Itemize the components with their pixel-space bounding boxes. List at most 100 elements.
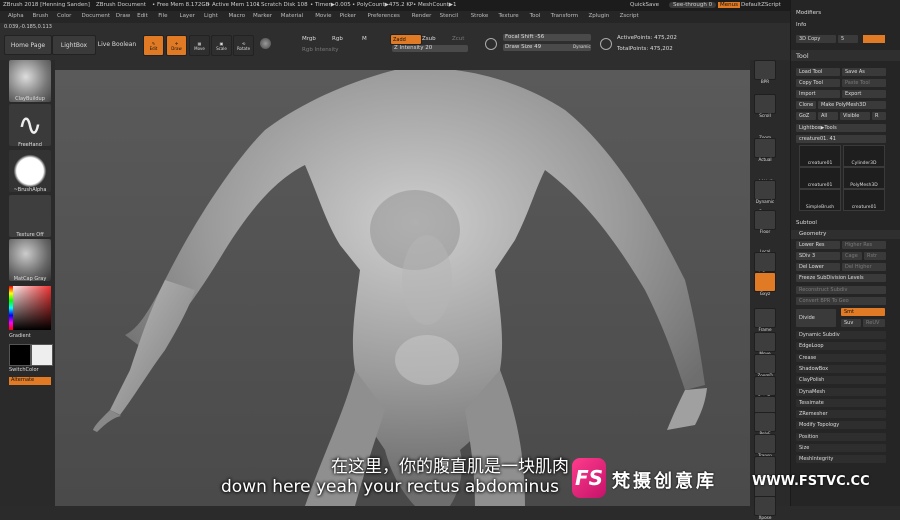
higher-res-button[interactable]: Higher Res xyxy=(842,241,886,249)
tool-thumbnail[interactable]: PolyMesh3D xyxy=(843,167,885,189)
reconstruct-subdiv-button[interactable]: Reconstruct Subdiv xyxy=(796,286,886,294)
tool-thumbnail[interactable]: Cylinder3D xyxy=(843,145,885,167)
menu-light[interactable]: Light xyxy=(204,13,218,19)
focal-shift-slider[interactable]: Focal Shift -56 xyxy=(503,34,591,41)
zadd-button[interactable]: Zadd xyxy=(390,34,422,45)
paste-tool-button[interactable]: Paste Tool xyxy=(842,79,886,87)
clone-button[interactable]: Clone xyxy=(796,101,816,109)
mrgb-button[interactable]: Mrgb xyxy=(302,36,316,42)
subtool-label[interactable]: Subtool xyxy=(796,220,817,226)
material-icon[interactable] xyxy=(9,239,51,281)
shelf-button-gxyz[interactable] xyxy=(754,272,776,292)
zcut-button[interactable]: Zcut xyxy=(452,36,464,42)
menu-material[interactable]: Material xyxy=(281,13,303,19)
geometry-item-modify-topology[interactable]: Modify Topology xyxy=(796,421,886,430)
draw-size-slider[interactable]: Draw Size 49 Dynamic xyxy=(503,44,591,51)
dynamic-toggle[interactable]: Dynamic xyxy=(573,44,591,49)
geometry-item-dynamesh[interactable]: DynaMesh xyxy=(796,387,886,396)
tool-thumbnail[interactable]: creature01 xyxy=(843,189,885,211)
alpha-icon[interactable] xyxy=(9,150,51,192)
stroke-icon[interactable]: ∿ xyxy=(9,104,51,146)
shelf-button-polyf[interactable] xyxy=(754,412,776,432)
copy-3d-button[interactable]: 3D Copy xyxy=(796,35,836,43)
r-button[interactable]: R xyxy=(872,112,886,120)
cage-button[interactable]: Cage xyxy=(842,252,862,260)
shelf-button-bpr[interactable] xyxy=(754,60,776,80)
menu-preferences[interactable]: Preferences xyxy=(368,13,400,19)
draw-button[interactable]: ✛ Draw xyxy=(166,35,187,56)
geometry-item-claypolish[interactable]: ClayPolish xyxy=(796,376,886,385)
shelf-button-move[interactable] xyxy=(754,332,776,352)
info-label[interactable]: Info xyxy=(796,22,806,28)
rgb-button[interactable]: Rgb xyxy=(332,36,343,42)
move-button[interactable]: ▦ Move xyxy=(189,35,210,56)
shelf-button-frame[interactable] xyxy=(754,308,776,328)
menu-document[interactable]: Document xyxy=(82,13,111,19)
sculpt-model[interactable] xyxy=(55,70,750,506)
lightbox-button[interactable]: LightBox xyxy=(52,35,96,55)
menu-draw[interactable]: Draw xyxy=(116,13,130,19)
suv-toggle[interactable]: Suv xyxy=(841,319,861,327)
menu-texture[interactable]: Texture xyxy=(499,13,519,19)
rstr-button[interactable]: Rstr xyxy=(864,252,886,260)
smt-toggle[interactable]: Smt xyxy=(841,308,885,316)
copy-count[interactable]: 5 xyxy=(838,35,858,43)
geometry-item-dynamic-subdiv[interactable]: Dynamic Subdiv xyxy=(796,331,886,339)
del-lower-button[interactable]: Del Lower xyxy=(796,263,840,271)
freeze-subdiv-button[interactable]: Freeze SubDivision Levels xyxy=(796,274,886,282)
lightbox-tools-button[interactable]: Lightbox▶Tools xyxy=(796,124,886,132)
secondary-color-swatch[interactable] xyxy=(31,344,53,366)
tool-name-slider[interactable]: creature01. 41 xyxy=(796,135,886,143)
export-button[interactable]: Export xyxy=(842,90,886,98)
menu-picker[interactable]: Picker xyxy=(340,13,356,19)
shelf-button-xpose[interactable] xyxy=(754,496,776,516)
geometry-item-crease[interactable]: Crease xyxy=(796,353,886,362)
save-as-button[interactable]: Save As xyxy=(842,68,886,76)
z-intensity-slider[interactable]: Z Intensity 20 xyxy=(392,45,468,52)
convert-bpr-button[interactable]: Convert BPR To Geo xyxy=(796,297,886,305)
shelf-button-actual[interactable] xyxy=(754,138,776,158)
goz-button[interactable]: GoZ xyxy=(796,112,816,120)
geometry-item-position[interactable]: Position xyxy=(796,432,886,441)
copy-color-swatch[interactable] xyxy=(863,35,885,43)
import-button[interactable]: Import xyxy=(796,90,840,98)
tool-thumbnail[interactable]: creature01 xyxy=(799,145,841,167)
shelf-button-rotate[interactable] xyxy=(754,376,776,396)
shelf-button-l-sym[interactable] xyxy=(754,252,776,272)
rotate-button[interactable]: ⟲ Rotate xyxy=(233,35,254,56)
del-higher-button[interactable]: Del Higher xyxy=(842,263,886,271)
geometry-item-zremesher[interactable]: ZRemesher xyxy=(796,410,886,419)
divide-button[interactable]: Divide xyxy=(796,309,836,327)
live-boolean-button[interactable]: Live Boolean xyxy=(96,35,138,53)
menu-render[interactable]: Render xyxy=(412,13,432,19)
scale-button[interactable]: ▣ Scale xyxy=(211,35,232,56)
switch-color-button[interactable]: SwitchColor xyxy=(9,367,51,373)
hue-strip[interactable] xyxy=(9,286,13,330)
shelf-button-dynamic[interactable] xyxy=(754,180,776,200)
menus-button[interactable]: Menus xyxy=(718,2,740,8)
texture-icon[interactable] xyxy=(9,195,51,237)
shelf-button-floor[interactable] xyxy=(754,210,776,230)
alternate-button[interactable]: Alternate xyxy=(9,377,51,385)
menu-brush[interactable]: Brush xyxy=(33,13,49,19)
geometry-item-tessimate[interactable]: Tessimate xyxy=(796,398,886,407)
all-button[interactable]: All xyxy=(818,112,838,120)
tool-thumbnail[interactable]: creature01 xyxy=(799,167,841,189)
default-zscript-button[interactable]: DefaultZScript xyxy=(741,2,781,8)
menu-tool[interactable]: Tool xyxy=(530,13,541,19)
geometry-item-shadowbox[interactable]: ShadowBox xyxy=(796,364,886,373)
shelf-button-zoomd[interactable] xyxy=(754,354,776,374)
reuv-toggle[interactable]: ReUV xyxy=(863,319,885,327)
load-tool-button[interactable]: Load Tool xyxy=(796,68,840,76)
menu-stroke[interactable]: Stroke xyxy=(471,13,489,19)
canvas-viewport[interactable] xyxy=(55,70,750,506)
menu-zplugin[interactable]: Zplugin xyxy=(589,13,610,19)
menu-stencil[interactable]: Stencil xyxy=(440,13,459,19)
m-button[interactable]: M xyxy=(362,36,367,42)
menu-movie[interactable]: Movie xyxy=(315,13,331,19)
menu-marker[interactable]: Marker xyxy=(253,13,272,19)
menu-zscript[interactable]: Zscript xyxy=(620,13,639,19)
menu-color[interactable]: Color xyxy=(57,13,71,19)
shelf-button-scroll[interactable] xyxy=(754,94,776,114)
modifiers-label[interactable]: Modifiers xyxy=(796,10,821,16)
